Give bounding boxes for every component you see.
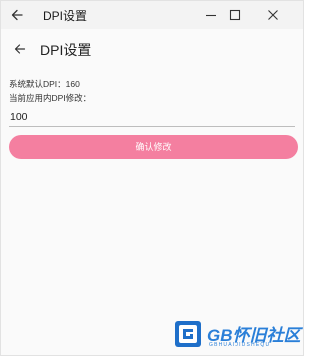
close-button[interactable] (259, 3, 287, 27)
dpi-input[interactable] (9, 107, 295, 127)
window-title: DPI设置 (43, 9, 88, 23)
watermark-subtitle: GBHUAIJIUSHEQU (209, 342, 271, 348)
maximize-button[interactable] (221, 3, 249, 27)
current-dpi-label: 当前应用内DPI修改： (9, 93, 92, 103)
watermark-logo: GB怀旧社区 GBHUAIJIUSHEQU (173, 319, 301, 353)
page-title: DPI设置 (40, 42, 92, 58)
confirm-button[interactable]: 确认修改 (9, 135, 298, 159)
arrow-left-icon (10, 44, 30, 63)
back-button[interactable] (10, 39, 30, 59)
titlebar-back-button[interactable] (7, 4, 29, 26)
logo-icon (173, 319, 203, 349)
arrow-left-icon (7, 4, 29, 26)
close-icon (259, 3, 287, 27)
maximize-icon (221, 3, 249, 27)
app-window: DPI设置 DPI设置 系统默认DPI：160 当前应用内DPI修改： 100 … (0, 0, 304, 356)
title-bar: DPI设置 (1, 1, 303, 29)
default-dpi-text: 系统默认DPI：160 (9, 79, 80, 89)
